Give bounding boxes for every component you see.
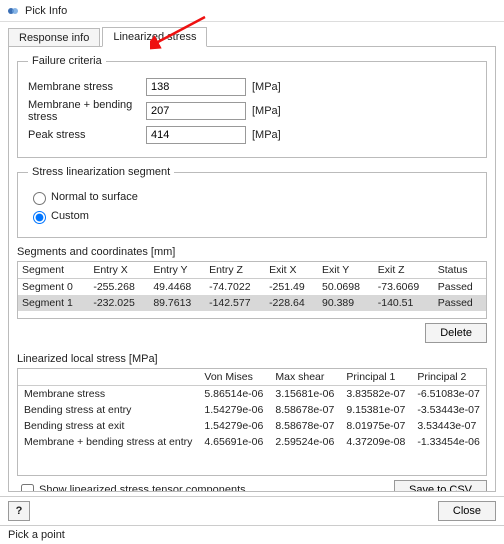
tab-response-info[interactable]: Response info: [8, 28, 100, 47]
peak-stress-unit: [MPa]: [252, 129, 281, 141]
table-row[interactable]: Bending stress at entry1.54279e-068.5867…: [18, 402, 487, 418]
tab-strip: Response info Linearized stress: [0, 22, 504, 46]
segments-col-header[interactable]: Exit Y: [318, 262, 374, 279]
stress-col-header[interactable]: Principal 1: [340, 369, 411, 386]
custom-label: Custom: [51, 210, 89, 222]
membrane-stress-unit: [MPa]: [252, 81, 281, 93]
membrane-bending-stress-unit: [MPa]: [252, 105, 281, 117]
segments-col-header[interactable]: Status: [434, 262, 486, 279]
normal-to-surface-label: Normal to surface: [51, 191, 138, 203]
segments-label: Segments and coordinates [mm]: [17, 246, 487, 258]
stress-table-wrap[interactable]: Von MisesMax shearPrincipal 1Principal 2…: [17, 368, 487, 476]
membrane-bending-stress-label: Membrane + bending stress: [28, 99, 146, 123]
stress-col-header[interactable]: Principal 3: [486, 369, 487, 386]
dialog-footer: ? Close: [0, 496, 504, 525]
status-bar: Pick a point: [0, 525, 504, 544]
help-button[interactable]: ?: [8, 501, 30, 521]
linearized-local-stress-label: Linearized local stress [MPa]: [17, 353, 487, 365]
segments-col-header[interactable]: Entry Y: [149, 262, 205, 279]
delete-button[interactable]: Delete: [425, 323, 487, 343]
save-to-csv-button[interactable]: Save to CSV: [394, 480, 487, 492]
peak-stress-label: Peak stress: [28, 129, 146, 141]
failure-criteria-legend: Failure criteria: [28, 55, 106, 67]
window-title: Pick Info: [25, 5, 67, 17]
stress-table: Von MisesMax shearPrincipal 1Principal 2…: [18, 369, 487, 450]
segments-col-header[interactable]: Exit X: [265, 262, 318, 279]
stress-linearization-segment-group: Stress linearization segment Normal to s…: [17, 166, 487, 238]
custom-radio[interactable]: [33, 211, 46, 224]
peak-stress-input[interactable]: [146, 126, 246, 144]
segments-col-header[interactable]: Segment: [18, 262, 89, 279]
stress-col-header[interactable]: Max shear: [269, 369, 340, 386]
stress-col-header[interactable]: Von Mises: [198, 369, 269, 386]
table-row[interactable]: Membrane stress5.86514e-063.15681e-063.8…: [18, 386, 487, 403]
tab-panel: Failure criteria Membrane stress [MPa] M…: [8, 46, 496, 492]
segments-col-header[interactable]: Entry Z: [205, 262, 265, 279]
membrane-bending-stress-input[interactable]: [146, 102, 246, 120]
failure-criteria-group: Failure criteria Membrane stress [MPa] M…: [17, 55, 487, 158]
stress-col-header[interactable]: Principal 2: [411, 369, 485, 386]
membrane-stress-label: Membrane stress: [28, 81, 146, 93]
table-row[interactable]: Segment 0-255.26849.4468-74.7022-251.495…: [18, 279, 486, 296]
show-tensor-checkbox[interactable]: [21, 484, 34, 493]
segments-col-header[interactable]: Exit Z: [374, 262, 434, 279]
segments-table-wrap[interactable]: SegmentEntry XEntry YEntry ZExit XExit Y…: [17, 261, 487, 319]
table-row[interactable]: Membrane + bending stress at entry4.6569…: [18, 434, 487, 450]
show-tensor-label-wrap[interactable]: Show linearized stress tensor components: [17, 481, 246, 493]
segments-col-header[interactable]: Entry X: [89, 262, 149, 279]
status-text: Pick a point: [8, 529, 65, 541]
titlebar: Pick Info: [0, 0, 504, 22]
tab-linearized-stress[interactable]: Linearized stress: [102, 27, 207, 47]
table-row[interactable]: Bending stress at exit1.54279e-068.58678…: [18, 418, 487, 434]
membrane-stress-input[interactable]: [146, 78, 246, 96]
stress-col-header[interactable]: [18, 369, 198, 386]
app-icon: [6, 4, 20, 18]
segments-table: SegmentEntry XEntry YEntry ZExit XExit Y…: [18, 262, 486, 311]
table-row[interactable]: Segment 1-232.02589.7613-142.577-228.649…: [18, 295, 486, 311]
show-tensor-label: Show linearized stress tensor components: [39, 484, 246, 492]
close-button[interactable]: Close: [438, 501, 496, 521]
stress-linearization-segment-legend: Stress linearization segment: [28, 166, 174, 178]
normal-to-surface-radio[interactable]: [33, 192, 46, 205]
